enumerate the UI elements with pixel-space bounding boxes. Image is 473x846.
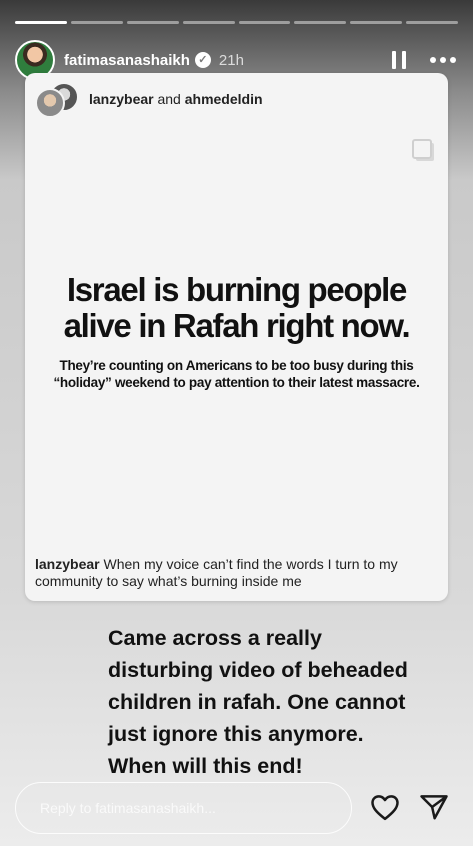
collab-avatars [35,82,79,118]
progress-segment [182,21,235,24]
post-headline: Israel is burning people alive in Rafah … [63,271,411,344]
post-caption: lanzybear When my voice can’t find the w… [35,556,434,590]
post-header: lanzybear and ahmedeldin [35,82,263,118]
caption-username: lanzybear [35,556,100,572]
verified-badge-icon: ✓ [194,52,211,68]
progress-segment [126,21,179,24]
progress-segment [350,21,403,24]
collab-user-2: ahmedeldin [184,91,263,107]
username[interactable]: fatimasanashaikh [64,52,190,69]
collab-user-1: lanzybear [89,91,154,107]
heart-icon[interactable] [370,793,400,821]
shared-post-card[interactable]: lanzybear and ahmedeldin Israel is burni… [25,73,448,601]
progress-segment [15,21,67,24]
timestamp: 21h [218,51,244,69]
progress-segment [70,21,123,24]
story-text-overlay: Came across a really disturbing video of… [108,626,408,778]
collab-authors[interactable]: lanzybear and ahmedeldin [89,91,263,107]
progress-segment [238,21,291,24]
send-icon[interactable] [419,793,449,821]
avatar [35,88,65,118]
carousel-icon [412,139,432,159]
story-progress-bar [15,21,458,24]
pause-icon[interactable] [392,51,406,69]
more-options-icon[interactable] [430,57,456,63]
post-subline: They’re counting on Americans to be too … [53,358,420,390]
progress-segment [406,21,458,24]
collab-and: and [157,91,181,107]
progress-segment [294,21,347,24]
reply-input[interactable] [15,782,352,834]
